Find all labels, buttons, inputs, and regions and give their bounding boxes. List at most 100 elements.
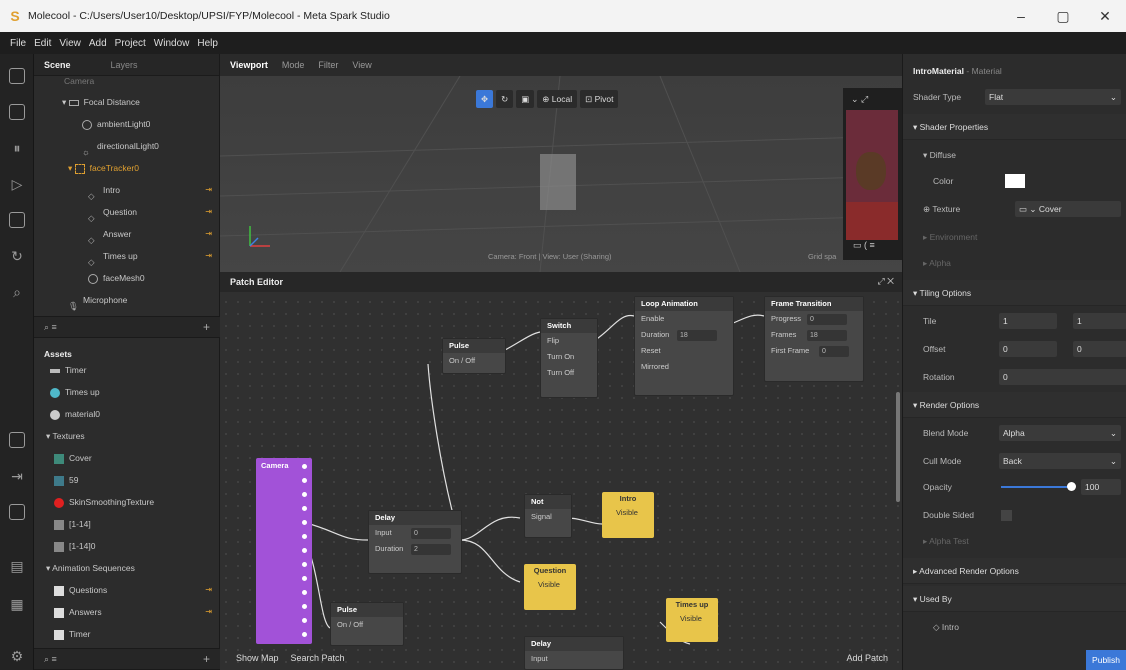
- chevron-down-icon[interactable]: ⌄ ⤢: [851, 94, 868, 105]
- asset-1-14-0[interactable]: [1-14]0: [34, 536, 220, 556]
- asset-answers[interactable]: Answers ⇥: [34, 602, 220, 622]
- double-sided-checkbox[interactable]: [1001, 510, 1012, 521]
- camera-port[interactable]: [300, 476, 309, 485]
- import-icon[interactable]: [9, 432, 25, 448]
- pulse-node-2[interactable]: Pulse On / Off: [330, 602, 404, 646]
- shader-type-select[interactable]: Flat ⌄: [985, 89, 1121, 105]
- color-swatch[interactable]: [1005, 174, 1025, 188]
- tree-item-question[interactable]: ◇ Question ⇥: [34, 202, 220, 223]
- local-button[interactable]: ⊕ Local: [537, 90, 578, 108]
- tree-item-facetracker[interactable]: ▾ faceTracker0: [34, 158, 220, 178]
- asset-1-14[interactable]: [1-14]: [34, 514, 220, 534]
- tab-layers[interactable]: Layers: [111, 60, 138, 70]
- diffuse-section[interactable]: ▾ Diffuse: [903, 142, 1126, 168]
- camera-port[interactable]: [300, 588, 309, 597]
- minimize-button[interactable]: –: [1000, 0, 1042, 32]
- tab-viewport[interactable]: Viewport: [230, 60, 268, 70]
- publish-button[interactable]: Publish: [1086, 650, 1126, 670]
- camera-port[interactable]: [300, 462, 309, 471]
- patch-editor[interactable]: Patch Editor Pulse On / Off Switch Flip Tur…: [220, 272, 902, 670]
- community-icon[interactable]: ▦: [9, 596, 25, 612]
- tile-y-field[interactable]: 1: [1073, 313, 1126, 329]
- asset-cover[interactable]: Cover: [34, 448, 220, 468]
- rotate-tool-button[interactable]: ↻: [496, 90, 514, 108]
- tree-item-facemesh[interactable]: faceMesh0: [34, 268, 220, 288]
- pause-icon[interactable]: ⏸: [9, 140, 25, 156]
- menu-project[interactable]: Project: [115, 38, 146, 49]
- blend-mode-select[interactable]: Alpha ⌄: [999, 425, 1121, 441]
- add-asset-icon[interactable]: +: [203, 652, 210, 666]
- export-icon[interactable]: ⇥: [9, 468, 25, 484]
- shader-properties-section[interactable]: ▾ Shader Properties: [903, 114, 1126, 140]
- add-patch-button[interactable]: Add Patch: [846, 653, 888, 663]
- first-frame-value[interactable]: 0: [819, 346, 849, 357]
- pulse-node[interactable]: Pulse On / Off: [442, 338, 506, 374]
- add-icon[interactable]: +: [203, 320, 210, 334]
- timesup-visible-node[interactable]: Times up Visible: [666, 598, 718, 642]
- asset-questions[interactable]: Questions ⇥: [34, 580, 220, 600]
- refresh-icon[interactable]: ↻: [9, 248, 25, 264]
- alpha-row[interactable]: ▸ Alpha: [903, 250, 1126, 276]
- alpha-test-row[interactable]: ▸ Alpha Test: [903, 528, 1126, 554]
- search-patch-button[interactable]: Search Patch: [291, 653, 345, 663]
- camera-port[interactable]: [300, 602, 309, 611]
- camera-port[interactable]: [300, 616, 309, 625]
- search-icon[interactable]: ⌕: [9, 284, 25, 300]
- render-options-section[interactable]: ▾ Render Options: [903, 392, 1126, 418]
- camera-port[interactable]: [300, 504, 309, 513]
- menu-add[interactable]: Add: [89, 38, 107, 49]
- tree-item-camera[interactable]: Camera: [34, 76, 220, 86]
- duration-value[interactable]: 18: [677, 330, 717, 341]
- close-button[interactable]: ✕: [1084, 0, 1126, 32]
- patch-arrow-icon[interactable]: ⇥: [205, 202, 212, 222]
- input-value[interactable]: 0: [411, 528, 451, 539]
- menu-edit[interactable]: Edit: [34, 38, 51, 49]
- camera-port[interactable]: [300, 560, 309, 569]
- camera-port[interactable]: [300, 630, 309, 639]
- camera-node[interactable]: Camera: [256, 458, 312, 644]
- tile-x-field[interactable]: 1: [999, 313, 1057, 329]
- tab-mode[interactable]: Mode: [282, 60, 305, 70]
- tiling-options-section[interactable]: ▾ Tiling Options: [903, 280, 1126, 306]
- show-map-button[interactable]: Show Map: [236, 653, 279, 663]
- offset-x-field[interactable]: 0: [999, 341, 1057, 357]
- switch-node[interactable]: Switch Flip Turn On Turn Off: [540, 318, 598, 398]
- tree-item-answer[interactable]: ◇ Answer ⇥: [34, 224, 220, 245]
- upload-icon[interactable]: [9, 504, 25, 520]
- assets-search-bar[interactable]: ⌕ ≡ +: [34, 648, 220, 670]
- used-by-section[interactable]: ▾ Used By: [903, 586, 1126, 612]
- tab-scene[interactable]: Scene: [44, 60, 71, 70]
- patch-arrow-icon[interactable]: ⇥: [205, 224, 212, 244]
- texture-select[interactable]: ▭ ⌄ Cover: [1015, 201, 1121, 217]
- search-icon[interactable]: ⌕ ≡: [44, 322, 57, 333]
- tree-item-directional-light[interactable]: ☼ directionalLight0: [34, 136, 220, 157]
- patch-editor-close-icon[interactable]: ⤢ ✕: [877, 276, 894, 287]
- move-tool-button[interactable]: ✥: [476, 90, 494, 108]
- tree-item-times-up[interactable]: ◇ Times up ⇥: [34, 246, 220, 267]
- play-icon[interactable]: ▷: [9, 176, 25, 192]
- tree-item-intro[interactable]: ◇ Intro ⇥: [34, 180, 220, 201]
- cull-mode-select[interactable]: Back ⌄: [999, 453, 1121, 469]
- patch-arrow-icon[interactable]: ⇥: [205, 180, 212, 200]
- tree-item-focal-distance[interactable]: ▾ Focal Distance: [34, 92, 220, 112]
- question-visible-node[interactable]: Question Visible: [524, 564, 576, 610]
- camera-port[interactable]: [300, 532, 309, 541]
- pivot-button[interactable]: ⊡ Pivot: [580, 90, 619, 108]
- delay-node[interactable]: Delay Input 0 Duration 2: [368, 510, 462, 574]
- menu-file[interactable]: File: [10, 38, 26, 49]
- scene-object[interactable]: [540, 154, 576, 210]
- used-by-item[interactable]: ◇ Intro: [903, 614, 1126, 640]
- patch-arrow-icon[interactable]: ⇥: [205, 580, 212, 600]
- scale-tool-button[interactable]: ▣: [516, 90, 535, 108]
- video-icon[interactable]: [9, 104, 25, 120]
- progress-value[interactable]: 0: [807, 314, 847, 325]
- patch-scrollbar[interactable]: [896, 392, 900, 502]
- opacity-field[interactable]: 100: [1081, 479, 1121, 495]
- restore-button[interactable]: ▢: [1042, 0, 1084, 32]
- tab-filter[interactable]: Filter: [318, 60, 338, 70]
- device-controls-icon[interactable]: ▭ ( ≡: [853, 240, 875, 251]
- asset-59[interactable]: 59: [34, 470, 220, 490]
- scene-search-bar[interactable]: ⌕ ≡ +: [34, 316, 220, 338]
- not-node[interactable]: Not Signal: [524, 494, 572, 538]
- menu-help[interactable]: Help: [197, 38, 218, 49]
